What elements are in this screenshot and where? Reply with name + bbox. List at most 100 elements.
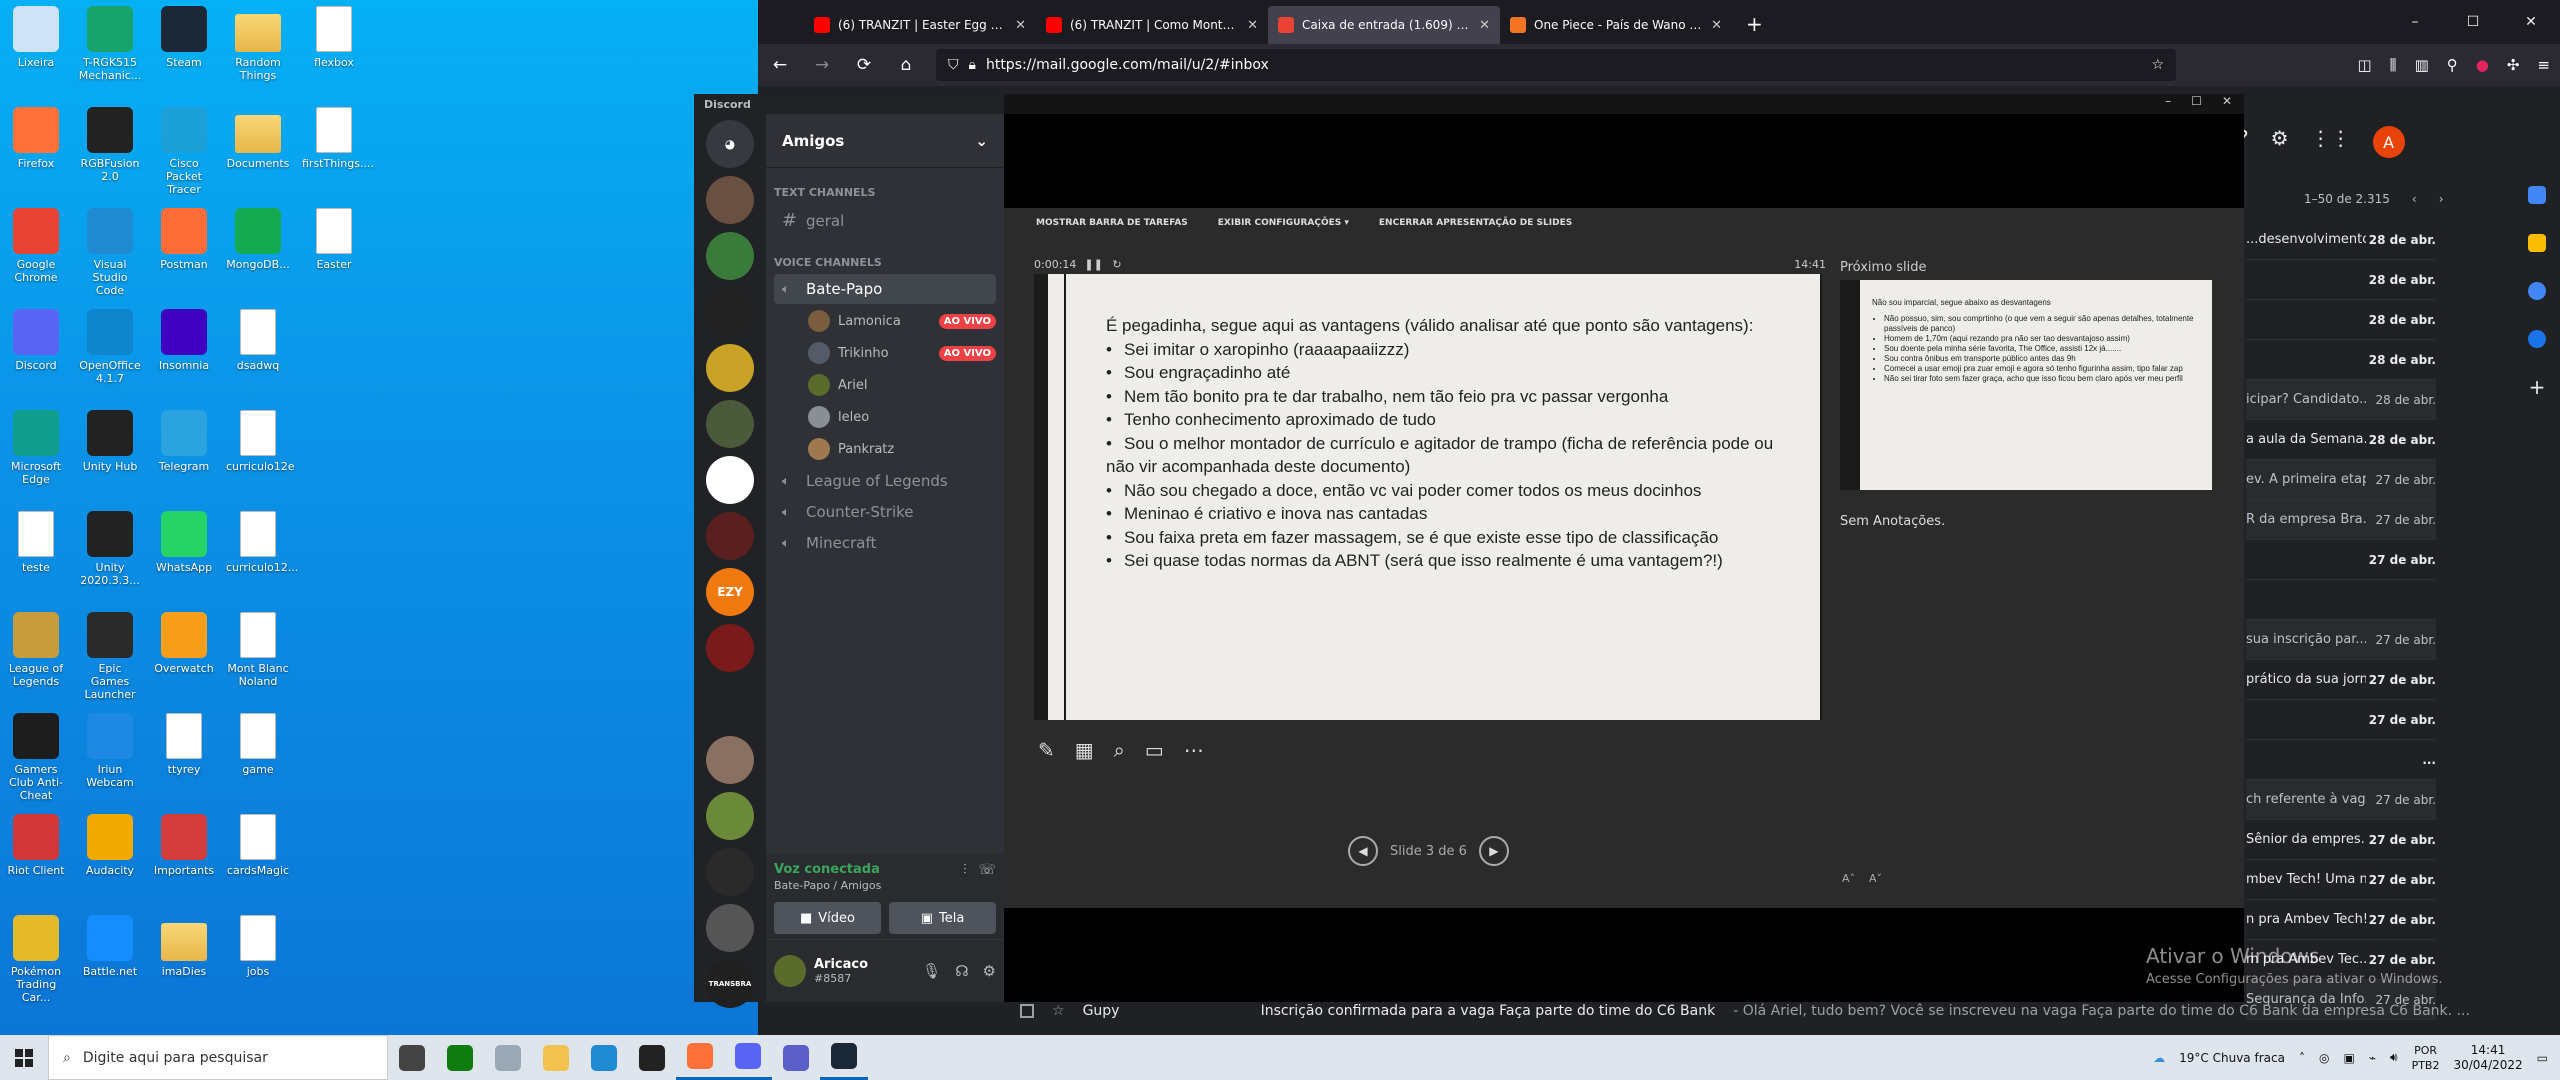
desktop-icon[interactable]: curriculo12e — [226, 410, 295, 473]
desktop-icon[interactable]: Importants — [152, 814, 216, 877]
maximize-button[interactable]: ☐ — [2444, 0, 2502, 44]
reload-icon[interactable]: ⟳ — [852, 55, 876, 75]
email-row[interactable]: prático da sua jorn...27 de abr. — [2246, 660, 2436, 700]
desktop-icon[interactable]: Mont Blanc Noland — [226, 612, 290, 688]
desktop-icon[interactable]: Discord — [4, 309, 68, 372]
desktop-icon[interactable]: Epic Games Launcher — [78, 612, 142, 701]
calendar-icon[interactable] — [2528, 186, 2546, 204]
email-row[interactable]: Sênior da empres... 27 de abr. — [2246, 820, 2436, 860]
email-row[interactable]: 28 de abr. — [2246, 340, 2436, 380]
black-screen-icon[interactable]: ▭ — [1145, 738, 1164, 762]
lock-icon[interactable]: 🔒︎ — [969, 57, 976, 73]
desktop-icon[interactable]: flexbox — [302, 6, 366, 69]
home-icon[interactable]: ⌂ — [894, 55, 918, 75]
star-icon[interactable]: ☆ — [1052, 1003, 1065, 1019]
desktop-icon[interactable]: Cisco Packet Tracer — [152, 107, 216, 196]
taskbar-app[interactable] — [484, 1035, 532, 1080]
voice-channels-category[interactable]: VOICE CHANNELS — [766, 238, 1004, 273]
minimize-button[interactable]: – — [2386, 0, 2444, 44]
contacts-icon[interactable] — [2528, 330, 2546, 348]
email-row[interactable]: 27 de abr. — [2246, 700, 2436, 740]
email-row[interactable] — [2246, 580, 2436, 620]
desktop-icon[interactable]: jobs — [226, 915, 290, 978]
close-tab-icon[interactable]: ✕ — [1711, 18, 1722, 33]
server-icon[interactable]: EZY — [706, 568, 754, 616]
desktop-icon[interactable]: Random Things — [226, 6, 290, 82]
prev-page-icon[interactable]: ‹ — [2412, 192, 2417, 206]
voice-user[interactable]: Pankratz — [766, 433, 1004, 465]
user-settings-icon[interactable]: ⚙ — [983, 962, 996, 980]
checkbox[interactable] — [1020, 1004, 1034, 1018]
see-all-slides-icon[interactable]: ▦ — [1075, 738, 1094, 762]
desktop-icon[interactable]: Battle.net — [78, 915, 142, 978]
language-indicator[interactable]: POR PTB2 — [2412, 1043, 2440, 1073]
server-icon[interactable] — [706, 232, 754, 280]
restart-timer-icon[interactable]: ↻ — [1112, 258, 1121, 271]
more-options-icon[interactable]: ⋯ — [1184, 738, 1204, 762]
browser-tab[interactable]: (6) TRANZIT | Easter Egg (Richt ✕ — [804, 6, 1036, 44]
email-row[interactable]: R da empresa Bra... 27 de abr. — [2246, 500, 2436, 540]
server-icon[interactable]: TRANSBRA — [706, 960, 754, 1008]
menu-icon[interactable]: ≡ — [2537, 56, 2550, 74]
next-slide-button[interactable]: ▶ — [1478, 836, 1509, 866]
microphone-icon[interactable]: 🎙︎ — [922, 962, 941, 980]
weather-icon[interactable]: ☁ — [2153, 1051, 2165, 1065]
video-button[interactable]: ■ Vídeo — [774, 902, 881, 934]
email-row[interactable]: 28 de abr. — [2246, 260, 2436, 300]
taskbar-app[interactable] — [820, 1035, 868, 1080]
show-taskbar-button[interactable]: MOSTRAR BARRA DE TAREFAS — [1036, 218, 1188, 228]
voice-channel[interactable]: 🔈︎ Counter-Strike — [774, 497, 996, 527]
notifications-icon[interactable]: ▭ — [2537, 1051, 2548, 1065]
desktop-icon[interactable]: Pokémon Trading Car... — [4, 915, 68, 1004]
taskbar-app[interactable] — [436, 1035, 484, 1080]
email-row[interactable]: ...desenvolvimento 28 de abr. — [2246, 220, 2436, 260]
desktop-icon[interactable]: Postman — [152, 208, 216, 271]
desktop-icon[interactable]: dsadwq — [226, 309, 290, 372]
desktop-icon[interactable]: curriculo12... — [226, 511, 298, 574]
desktop-icon[interactable]: T-RGK515 Mechanic... — [78, 6, 142, 82]
taskbar-app[interactable] — [388, 1035, 436, 1080]
email-row[interactable]: ... — [2246, 740, 2436, 780]
weather-text[interactable]: 19°C Chuva fraca — [2179, 1051, 2285, 1065]
voice-channel[interactable]: 🔈︎ Minecraft — [774, 528, 996, 558]
desktop-icon[interactable]: Iriun Webcam — [78, 713, 142, 789]
server-icon[interactable] — [706, 512, 754, 560]
taskbar-app[interactable] — [724, 1035, 772, 1080]
desktop-icon[interactable]: Insomnia — [152, 309, 216, 372]
email-row[interactable]: mbev Tech! Uma n...27 de abr. — [2246, 860, 2436, 900]
taskbar-app[interactable] — [532, 1035, 580, 1080]
screen-share-button[interactable]: ▣ Tela — [889, 902, 996, 934]
tray-app-icon[interactable]: ▣ — [2343, 1051, 2354, 1065]
desktop-icon[interactable]: Riot Client — [4, 814, 68, 877]
url-text[interactable]: https://mail.google.com/mail/u/2/#inbox — [986, 57, 2141, 73]
voice-user[interactable]: Trikinho AO VIVO — [766, 337, 1004, 369]
browser-tab[interactable]: Caixa de entrada (1.609) - aricad ✕ — [1268, 6, 1500, 44]
voice-user[interactable]: Ariel — [766, 369, 1004, 401]
decrease-font-icon[interactable]: A˅ — [1869, 872, 1882, 885]
pocket-icon[interactable]: ◫ — [2357, 56, 2371, 74]
server-icon[interactable] — [706, 904, 754, 952]
voice-channel[interactable]: 🔈︎ Bate-Papo — [774, 274, 996, 304]
desktop-icon[interactable]: firstThings.... — [302, 107, 374, 170]
desktop-icon[interactable]: RGBFusion 2.0 — [78, 107, 142, 183]
voice-channel-path[interactable]: Bate-Papo / Amigos — [774, 879, 996, 892]
taskbar-app[interactable] — [628, 1035, 676, 1080]
desktop-icon[interactable]: MongoDB... — [226, 208, 290, 271]
email-row[interactable]: ch referente à vag... 27 de abr. — [2246, 780, 2436, 820]
desktop-icon[interactable]: Visual Studio Code — [78, 208, 142, 297]
account-avatar[interactable]: A — [2372, 126, 2405, 158]
end-slideshow-button[interactable]: ENCERRAR APRESENTAÇÃO DE SLIDES — [1379, 218, 1572, 228]
voice-user[interactable]: Lamonica AO VIVO — [766, 305, 1004, 337]
previous-slide-button[interactable]: ◀ — [1348, 836, 1378, 866]
settings-gear-icon[interactable]: ⚙ — [2271, 126, 2289, 158]
desktop-icon[interactable]: Overwatch — [152, 612, 216, 675]
channel-geral[interactable]: # geral — [774, 204, 996, 237]
extension-red-icon[interactable]: ● — [2476, 56, 2489, 74]
server-icon[interactable] — [706, 624, 754, 672]
server-icon[interactable] — [706, 176, 754, 224]
desktop-icon[interactable]: League of Legends — [4, 612, 68, 688]
shield-icon[interactable]: ⛉ — [948, 57, 959, 73]
server-icon[interactable] — [706, 400, 754, 448]
taskbar-app[interactable] — [772, 1035, 820, 1080]
forward-icon[interactable]: → — [810, 55, 834, 75]
